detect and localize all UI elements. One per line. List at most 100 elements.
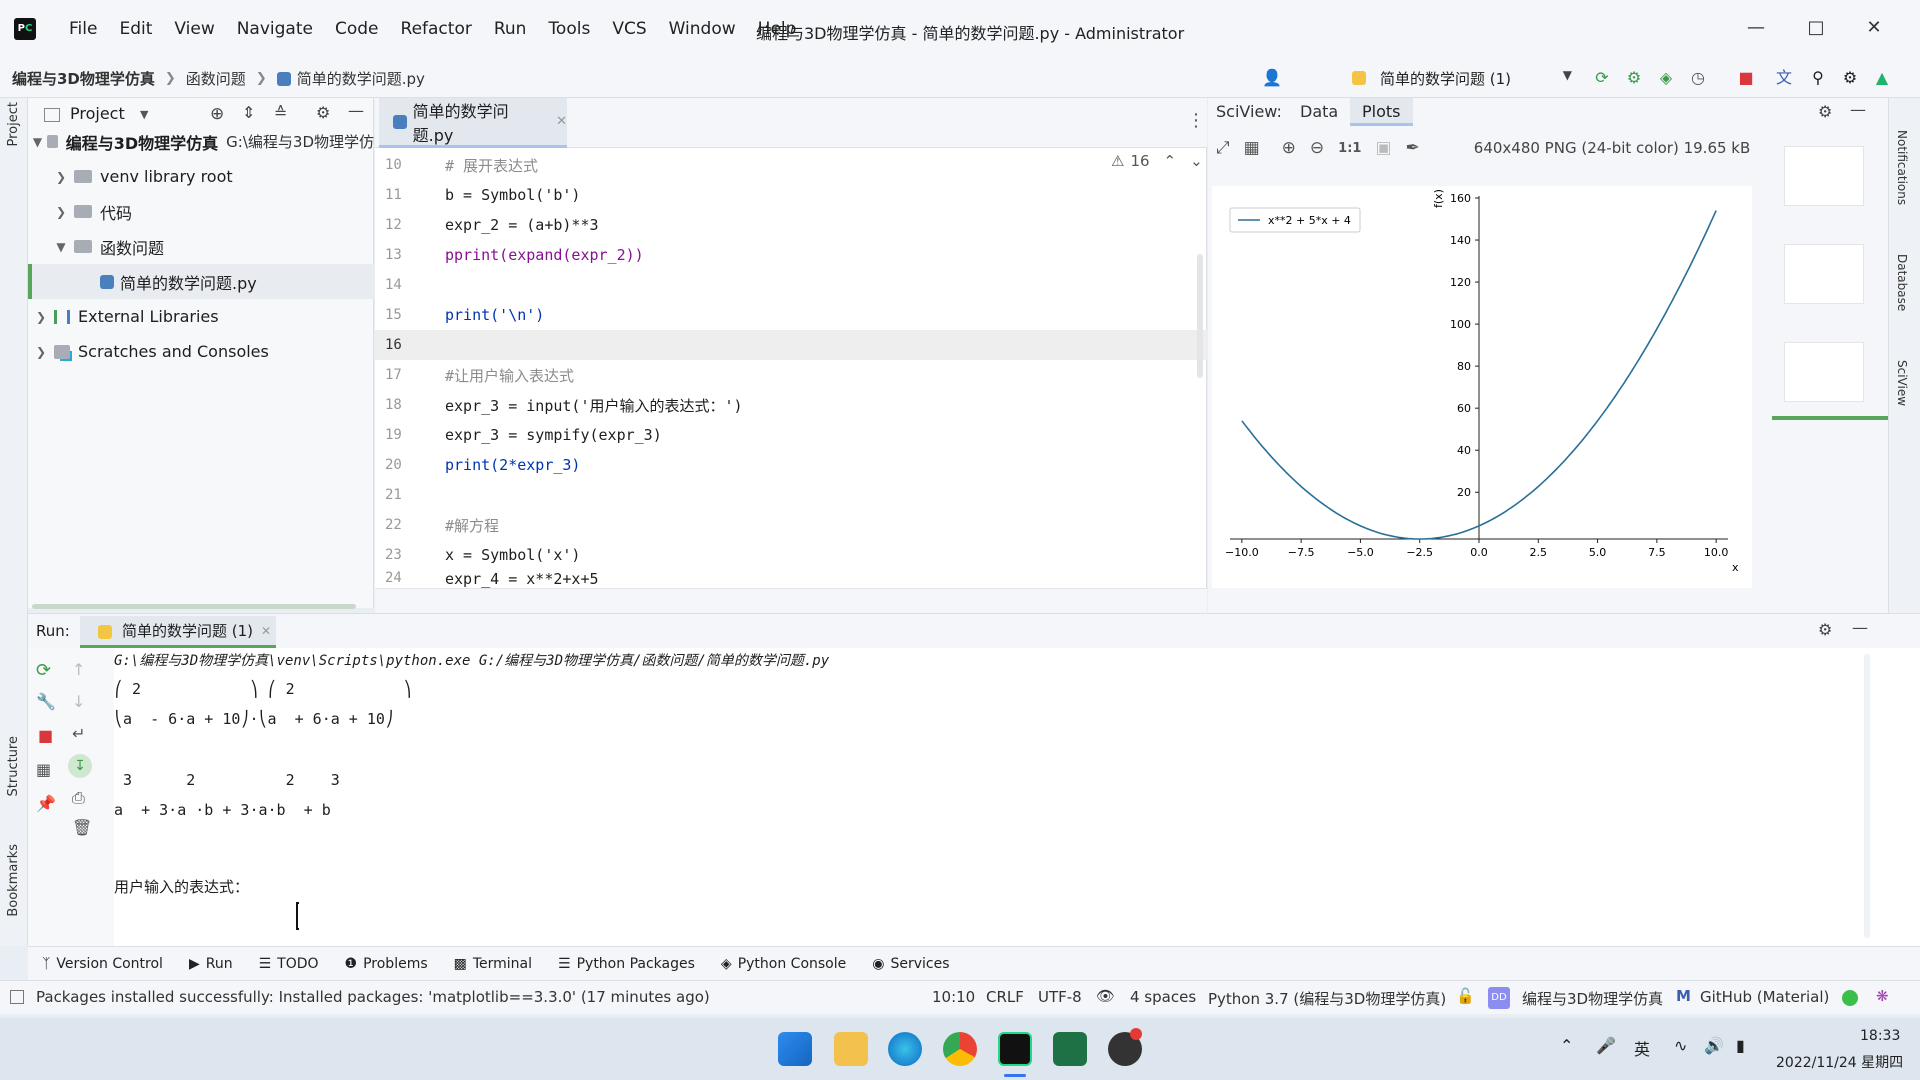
tool-todo[interactable]: ☰ TODO bbox=[259, 956, 319, 972]
database-tool-tab[interactable]: Database bbox=[1895, 254, 1909, 311]
tool-terminal[interactable]: ▩ Terminal bbox=[454, 956, 532, 972]
tree-item-external-libraries[interactable]: ❯ External Libraries bbox=[28, 299, 374, 334]
menu-code[interactable]: Code bbox=[324, 19, 390, 39]
menu-refactor[interactable]: Refactor bbox=[390, 19, 483, 39]
battery-icon[interactable]: ▮ bbox=[1736, 1036, 1745, 1055]
tool-services[interactable]: ◉ Services bbox=[872, 956, 949, 972]
arrow-down-icon[interactable]: ↓ bbox=[72, 692, 85, 711]
status-ok-icon[interactable] bbox=[1842, 990, 1858, 1006]
theme-name[interactable]: GitHub (Material) bbox=[1700, 988, 1829, 1006]
ime-indicator[interactable]: 英 bbox=[1634, 1036, 1650, 1060]
clock-date[interactable]: 2022/11/24 星期四 bbox=[1776, 1052, 1903, 1072]
excel-icon[interactable] bbox=[1053, 1032, 1087, 1066]
menu-edit[interactable]: Edit bbox=[108, 19, 163, 39]
settings-gear-icon[interactable]: ⚙ bbox=[1840, 68, 1860, 88]
code-line[interactable]: 23 x = Symbol('x') bbox=[375, 540, 1207, 570]
hide-panel-icon[interactable]: — bbox=[348, 101, 364, 120]
eye-icon[interactable]: 👁 bbox=[1096, 987, 1115, 1005]
code-line[interactable]: 15 print('\n') bbox=[375, 300, 1207, 330]
close-tab-icon[interactable]: ✕ bbox=[261, 624, 271, 638]
breadcrumb-file[interactable]: 简单的数学问题.py bbox=[297, 68, 425, 89]
bookmarks-tool-tab[interactable]: Bookmarks bbox=[6, 844, 21, 917]
grid-icon[interactable]: ▦ bbox=[1244, 138, 1260, 158]
code-line[interactable]: 19 expr_3 = sympify(expr_3) bbox=[375, 420, 1207, 450]
zoom-in-icon[interactable]: ⊕ bbox=[1282, 138, 1296, 158]
volume-icon[interactable]: 🔊 bbox=[1704, 1036, 1724, 1055]
project-tool-tab[interactable]: Project bbox=[6, 102, 21, 146]
status-message[interactable]: Packages installed successfully: Install… bbox=[36, 988, 710, 1006]
profile-icon[interactable]: ◷ bbox=[1688, 68, 1708, 88]
actual-size-icon[interactable]: 1:1 bbox=[1338, 141, 1361, 156]
menu-navigate[interactable]: Navigate bbox=[226, 19, 324, 39]
status-toggle-icon[interactable] bbox=[10, 990, 24, 1004]
python-interpreter[interactable]: Python 3.7 (编程与3D物理学仿真) bbox=[1208, 988, 1446, 1009]
soft-wrap-icon[interactable]: ↵ bbox=[72, 724, 85, 743]
user-icon[interactable]: 👤 bbox=[1262, 68, 1282, 88]
more-tabs-icon[interactable]: ⋮ bbox=[1187, 110, 1205, 131]
tree-item-python-file[interactable]: 简单的数学问题.py bbox=[28, 264, 374, 299]
menu-run[interactable]: Run bbox=[483, 19, 538, 39]
arrow-up-icon[interactable]: ↑ bbox=[72, 660, 85, 679]
background-icon[interactable]: ▣ bbox=[1375, 138, 1391, 158]
code-line[interactable]: 10 # 展开表达式 bbox=[375, 150, 1207, 180]
code-line[interactable]: 14 bbox=[375, 270, 1207, 300]
code-line[interactable]: 18 expr_3 = input('用户输入的表达式：') bbox=[375, 390, 1207, 420]
tool-version-control[interactable]: ᛉ Version Control bbox=[42, 956, 163, 972]
code-line[interactable]: 13 pprint(expand(expr_2)) bbox=[375, 240, 1207, 270]
toolbox-icon[interactable]: ▲ bbox=[1872, 68, 1892, 88]
menu-tools[interactable]: Tools bbox=[537, 19, 601, 39]
print-icon[interactable]: ⎙ bbox=[72, 788, 85, 808]
tree-item-scratches[interactable]: ❯ Scratches and Consoles bbox=[28, 334, 374, 369]
tree-item-project-root[interactable]: ▼ 编程与3D物理学仿真 G:\编程与3D物理学仿 bbox=[28, 124, 374, 159]
rerun-icon[interactable]: ⟳ bbox=[1592, 68, 1612, 88]
clock-time[interactable]: 18:33 bbox=[1860, 1028, 1900, 1044]
menu-window[interactable]: Window bbox=[658, 19, 747, 39]
edge-browser-icon[interactable] bbox=[888, 1032, 922, 1066]
hide-panel-icon[interactable]: — bbox=[1850, 100, 1866, 119]
code-line[interactable]: 17 #让用户输入表达式 bbox=[375, 360, 1207, 390]
tree-item-venv[interactable]: ❯ venv library root bbox=[28, 159, 374, 194]
file-encoding[interactable]: UTF-8 bbox=[1038, 988, 1082, 1006]
code-line-current[interactable]: 16 bbox=[375, 330, 1207, 360]
output-input-prompt[interactable]: 用户输入的表达式： bbox=[114, 876, 249, 897]
tool-run[interactable]: ▶ Run bbox=[189, 956, 233, 972]
layout-icon[interactable]: ▦ bbox=[36, 760, 51, 779]
breadcrumb-folder[interactable]: 函数问题 bbox=[186, 68, 246, 89]
caret-position[interactable]: 10:10 bbox=[932, 988, 975, 1006]
chrome-browser-icon[interactable] bbox=[943, 1032, 977, 1066]
code-line[interactable]: 21 bbox=[375, 480, 1207, 510]
tree-item-code-folder[interactable]: ❯ 代码 bbox=[28, 194, 374, 229]
stop-icon[interactable]: ■ bbox=[1736, 68, 1756, 88]
tab-plots[interactable]: Plots bbox=[1350, 98, 1413, 126]
stop-icon[interactable]: ■ bbox=[38, 726, 53, 745]
debug-icon[interactable]: ⚙ bbox=[1624, 68, 1644, 88]
trash-icon[interactable]: 🗑 bbox=[72, 818, 92, 837]
chevron-down-icon[interactable]: ▼ bbox=[140, 108, 148, 121]
close-tab-icon[interactable]: ✕ bbox=[556, 114, 567, 129]
wifi-icon[interactable]: ∿ bbox=[1674, 1036, 1687, 1055]
vertical-scrollbar[interactable] bbox=[1197, 254, 1203, 378]
menu-vcs[interactable]: VCS bbox=[601, 19, 657, 39]
code-line[interactable]: 24 expr_4 = x**2+x+5 bbox=[375, 570, 1207, 588]
project-view-label[interactable]: Project bbox=[70, 104, 125, 123]
indent-setting[interactable]: 4 spaces bbox=[1130, 988, 1196, 1006]
tool-python-console[interactable]: ◈ Python Console bbox=[721, 956, 846, 972]
maximize-button[interactable]: □ bbox=[1796, 14, 1836, 42]
locate-icon[interactable]: ⊕ bbox=[210, 104, 224, 124]
plot-thumbnail[interactable] bbox=[1784, 244, 1864, 304]
vertical-scrollbar[interactable] bbox=[1864, 654, 1870, 938]
code-line[interactable]: 12 expr_2 = (a+b)**3 bbox=[375, 210, 1207, 240]
menu-file[interactable]: File bbox=[58, 19, 108, 39]
minimize-button[interactable]: — bbox=[1736, 14, 1776, 42]
rerun-icon[interactable]: ⟳ bbox=[36, 660, 51, 681]
pin-icon[interactable]: 📌 bbox=[36, 794, 56, 813]
settings-gear-icon[interactable]: ⚙ bbox=[1818, 620, 1832, 639]
wrench-icon[interactable]: 🔧 bbox=[36, 692, 56, 711]
hide-panel-icon[interactable]: — bbox=[1852, 618, 1868, 637]
color-picker-icon[interactable]: ✒ bbox=[1406, 138, 1420, 158]
project-name[interactable]: 编程与3D物理学仿真 bbox=[1522, 988, 1663, 1009]
breadcrumb-project[interactable]: 编程与3D物理学仿真 bbox=[12, 68, 155, 89]
plot-thumbnail[interactable] bbox=[1784, 146, 1864, 206]
tab-data[interactable]: Data bbox=[1300, 102, 1338, 121]
line-separator[interactable]: CRLF bbox=[986, 988, 1024, 1006]
